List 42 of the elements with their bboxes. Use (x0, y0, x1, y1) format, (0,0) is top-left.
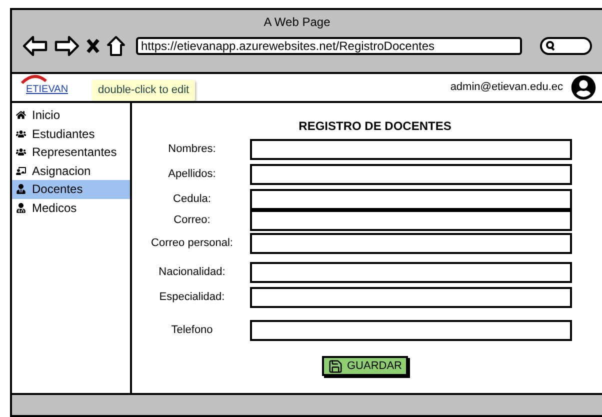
field-label: Nacionalidad: (158, 265, 226, 280)
field-label: Telefono (170, 323, 214, 338)
save-button[interactable]: GUARDAR (322, 356, 408, 376)
input-field[interactable] (250, 139, 572, 160)
field-label: Correo: (172, 213, 212, 228)
input-field[interactable] (250, 287, 572, 308)
field-label: Cedula: (172, 192, 212, 208)
sidebar-item-icon (16, 184, 26, 194)
back-arrow-icon[interactable] (22, 35, 48, 57)
search-field[interactable] (540, 37, 592, 55)
sidebar-item-icon (16, 128, 26, 139)
sidebar-item[interactable]: Inicio (12, 106, 130, 124)
field-label: Nombres: (167, 142, 217, 158)
sidebar-item-icon (16, 166, 26, 176)
sidebar-item[interactable]: Representantes (12, 143, 130, 162)
field-label: Apellidos: (167, 167, 217, 182)
sidebar-item-icon (16, 110, 26, 120)
window-title: A Web Page (264, 14, 330, 31)
user-avatar-icon[interactable] (571, 75, 596, 100)
form-title: REGISTRO DE DOCENTES (298, 118, 452, 135)
input-field[interactable] (250, 233, 572, 254)
field-label: Correo personal: (150, 236, 234, 252)
home-icon[interactable] (106, 35, 126, 57)
sidebar-item[interactable]: Asignacion (12, 162, 130, 180)
user-email: admin@etievan.edu.ec (450, 80, 563, 96)
input-field[interactable] (250, 164, 572, 185)
search-icon (546, 41, 555, 51)
input-field[interactable] (250, 189, 572, 210)
field-label: Especialidad: (158, 290, 226, 306)
forward-arrow-icon[interactable] (54, 35, 80, 57)
sidebar-item[interactable]: Medicos (12, 198, 130, 217)
input-field[interactable] (250, 262, 572, 283)
input-field[interactable] (250, 320, 572, 341)
sidebar-item[interactable]: Estudiantes (12, 124, 130, 143)
logo-text: ETIEVAN (25, 83, 68, 97)
close-icon[interactable] (86, 38, 100, 54)
url-field[interactable]: https://etievanapp.azurewebsites.net/RegistroDocentes (136, 37, 522, 55)
sidebar-item-icon (16, 202, 26, 213)
sidebar-item-icon (16, 147, 26, 158)
input-field[interactable] (250, 210, 572, 231)
sidebar-item[interactable]: Docentes (12, 180, 130, 198)
tooltip: double-click to edit (92, 80, 196, 100)
